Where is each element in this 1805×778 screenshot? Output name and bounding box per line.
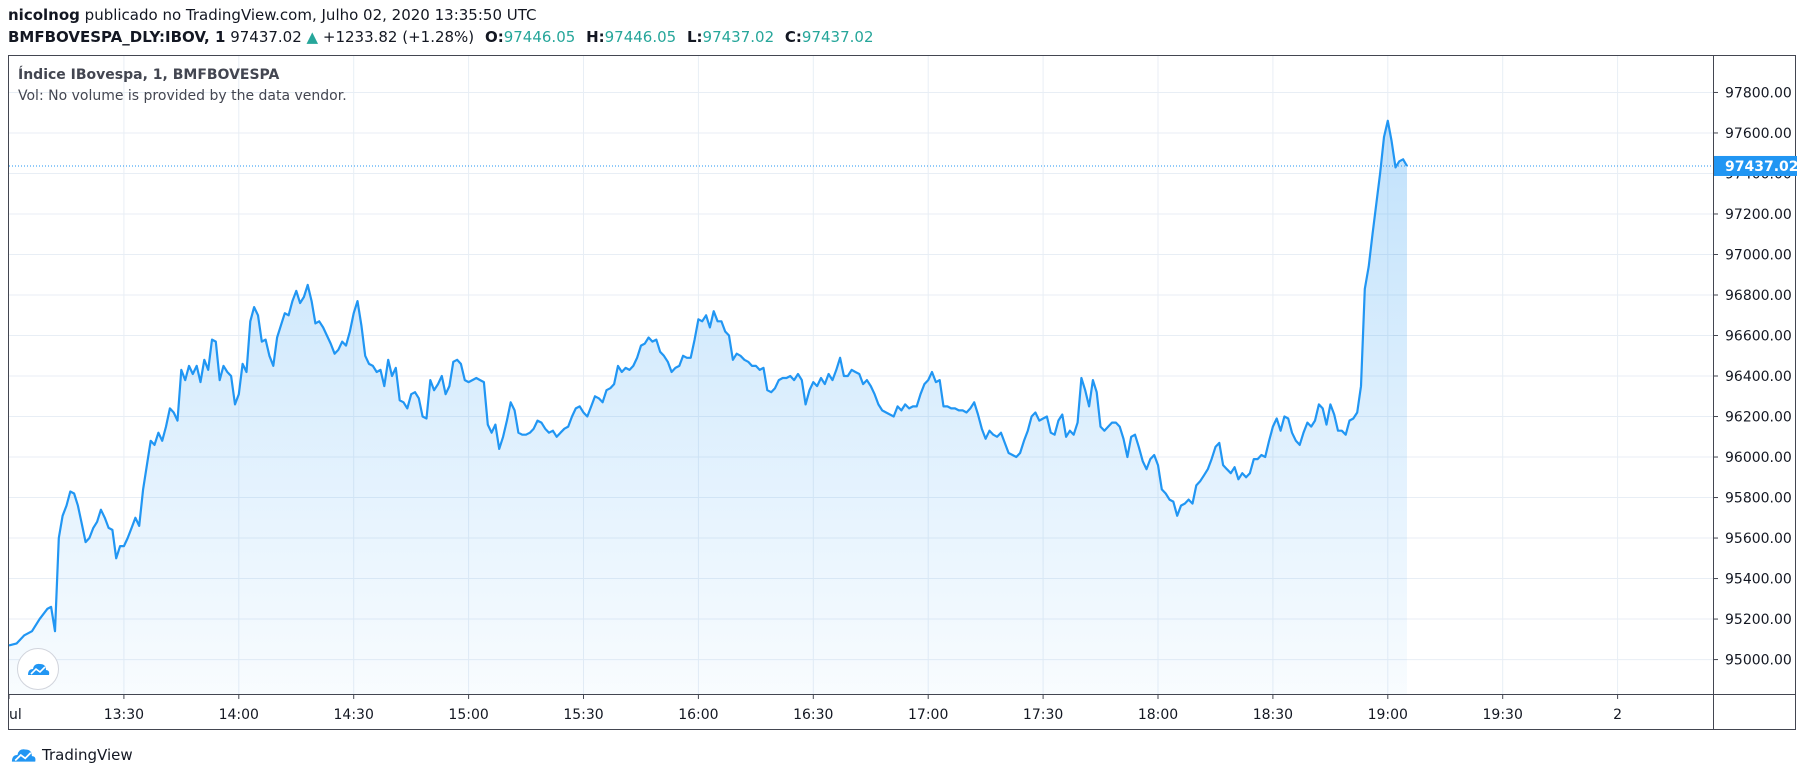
y-tick-label: 95800.00 — [1725, 491, 1792, 507]
y-tick-label: 95600.00 — [1725, 531, 1792, 547]
x-tick-label: 19:30 — [1483, 707, 1523, 723]
y-tick-label: 97000.00 — [1725, 247, 1792, 263]
x-tick-label: 14:30 — [334, 707, 374, 723]
y-tick-label: 96600.00 — [1725, 329, 1792, 345]
tradingview-brand[interactable]: TradingView — [8, 745, 133, 765]
x-tick-label: 17:30 — [1023, 707, 1063, 723]
y-tick-label: 95200.00 — [1725, 612, 1792, 628]
tradingview-cloud-icon[interactable] — [17, 648, 59, 690]
y-tick-label: 97200.00 — [1725, 207, 1792, 223]
x-tick-label: 18:30 — [1253, 707, 1293, 723]
time-axis[interactable]: ul 13:30 14:00 14:30 15:00 15:30 16:00 16:30 17:… — [8, 694, 1622, 723]
chart-legend-title: Índice IBovespa, 1, BMFBOVESPA — [18, 67, 280, 83]
x-tick-label: 19:00 — [1368, 707, 1408, 723]
y-tick-label: 97800.00 — [1725, 85, 1792, 101]
y-tick-label: 97600.00 — [1725, 126, 1792, 142]
chart-legend-volume: Vol: No volume is provided by the data v… — [18, 88, 347, 104]
tradingview-name: TradingView — [42, 746, 133, 764]
x-tick-label: ul — [9, 707, 22, 723]
x-tick-label: 18:00 — [1138, 707, 1178, 723]
y-tick-label: 96200.00 — [1725, 410, 1792, 426]
x-tick-label: 14:00 — [219, 707, 259, 723]
price-chart[interactable]: 95000.00 95200.00 95400.00 95600.00 95800.00… — [0, 0, 1805, 778]
last-price-label: 97437.02 — [1714, 155, 1799, 176]
x-tick-label: 16:00 — [678, 707, 718, 723]
x-tick-label: 15:00 — [448, 707, 488, 723]
x-tick-label: 13:30 — [104, 707, 144, 723]
x-tick-label: 17:00 — [908, 707, 948, 723]
tradingview-cloud-icon — [11, 749, 36, 762]
last-price-text: 97437.02 — [1725, 159, 1799, 175]
y-tick-label: 95000.00 — [1725, 653, 1792, 669]
y-tick-label: 96000.00 — [1725, 450, 1792, 466]
x-tick-label: 2 — [1613, 707, 1622, 723]
y-tick-label: 96400.00 — [1725, 369, 1792, 385]
price-area-fill — [9, 120, 1407, 695]
y-tick-label: 95400.00 — [1725, 572, 1792, 588]
y-tick-label: 96800.00 — [1725, 288, 1792, 304]
x-tick-label: 15:30 — [563, 707, 603, 723]
x-tick-label: 16:30 — [793, 707, 833, 723]
